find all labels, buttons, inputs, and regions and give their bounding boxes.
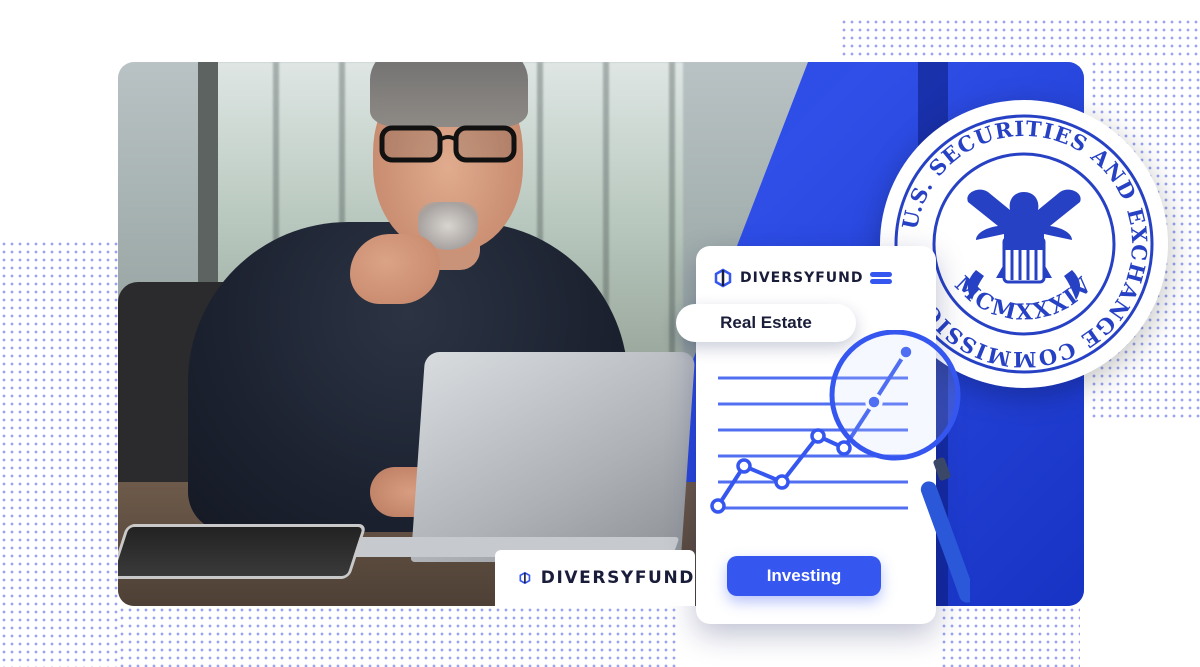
hand-on-chin — [350, 234, 440, 304]
tablet — [118, 524, 367, 579]
dot-pattern-left — [0, 240, 118, 667]
dot-pattern-top-right — [840, 18, 1200, 58]
eagle-icon — [967, 189, 1081, 300]
hair — [370, 62, 528, 127]
dot-pattern-bottom — [118, 606, 678, 667]
diversyfund-logo-icon — [714, 268, 732, 288]
diversyfund-logo-icon — [519, 571, 531, 585]
investing-button[interactable]: Investing — [727, 556, 881, 596]
brand-badge: DIVERSYFUND — [495, 550, 695, 606]
hamburger-menu-icon[interactable] — [870, 272, 892, 290]
glasses-icon — [379, 125, 517, 163]
app-brand-name: DIVERSYFUND — [740, 270, 864, 286]
laptop — [410, 352, 696, 562]
brand-badge-name: DIVERSYFUND — [540, 568, 695, 588]
app-card-header: DIVERSYFUND — [714, 268, 864, 288]
